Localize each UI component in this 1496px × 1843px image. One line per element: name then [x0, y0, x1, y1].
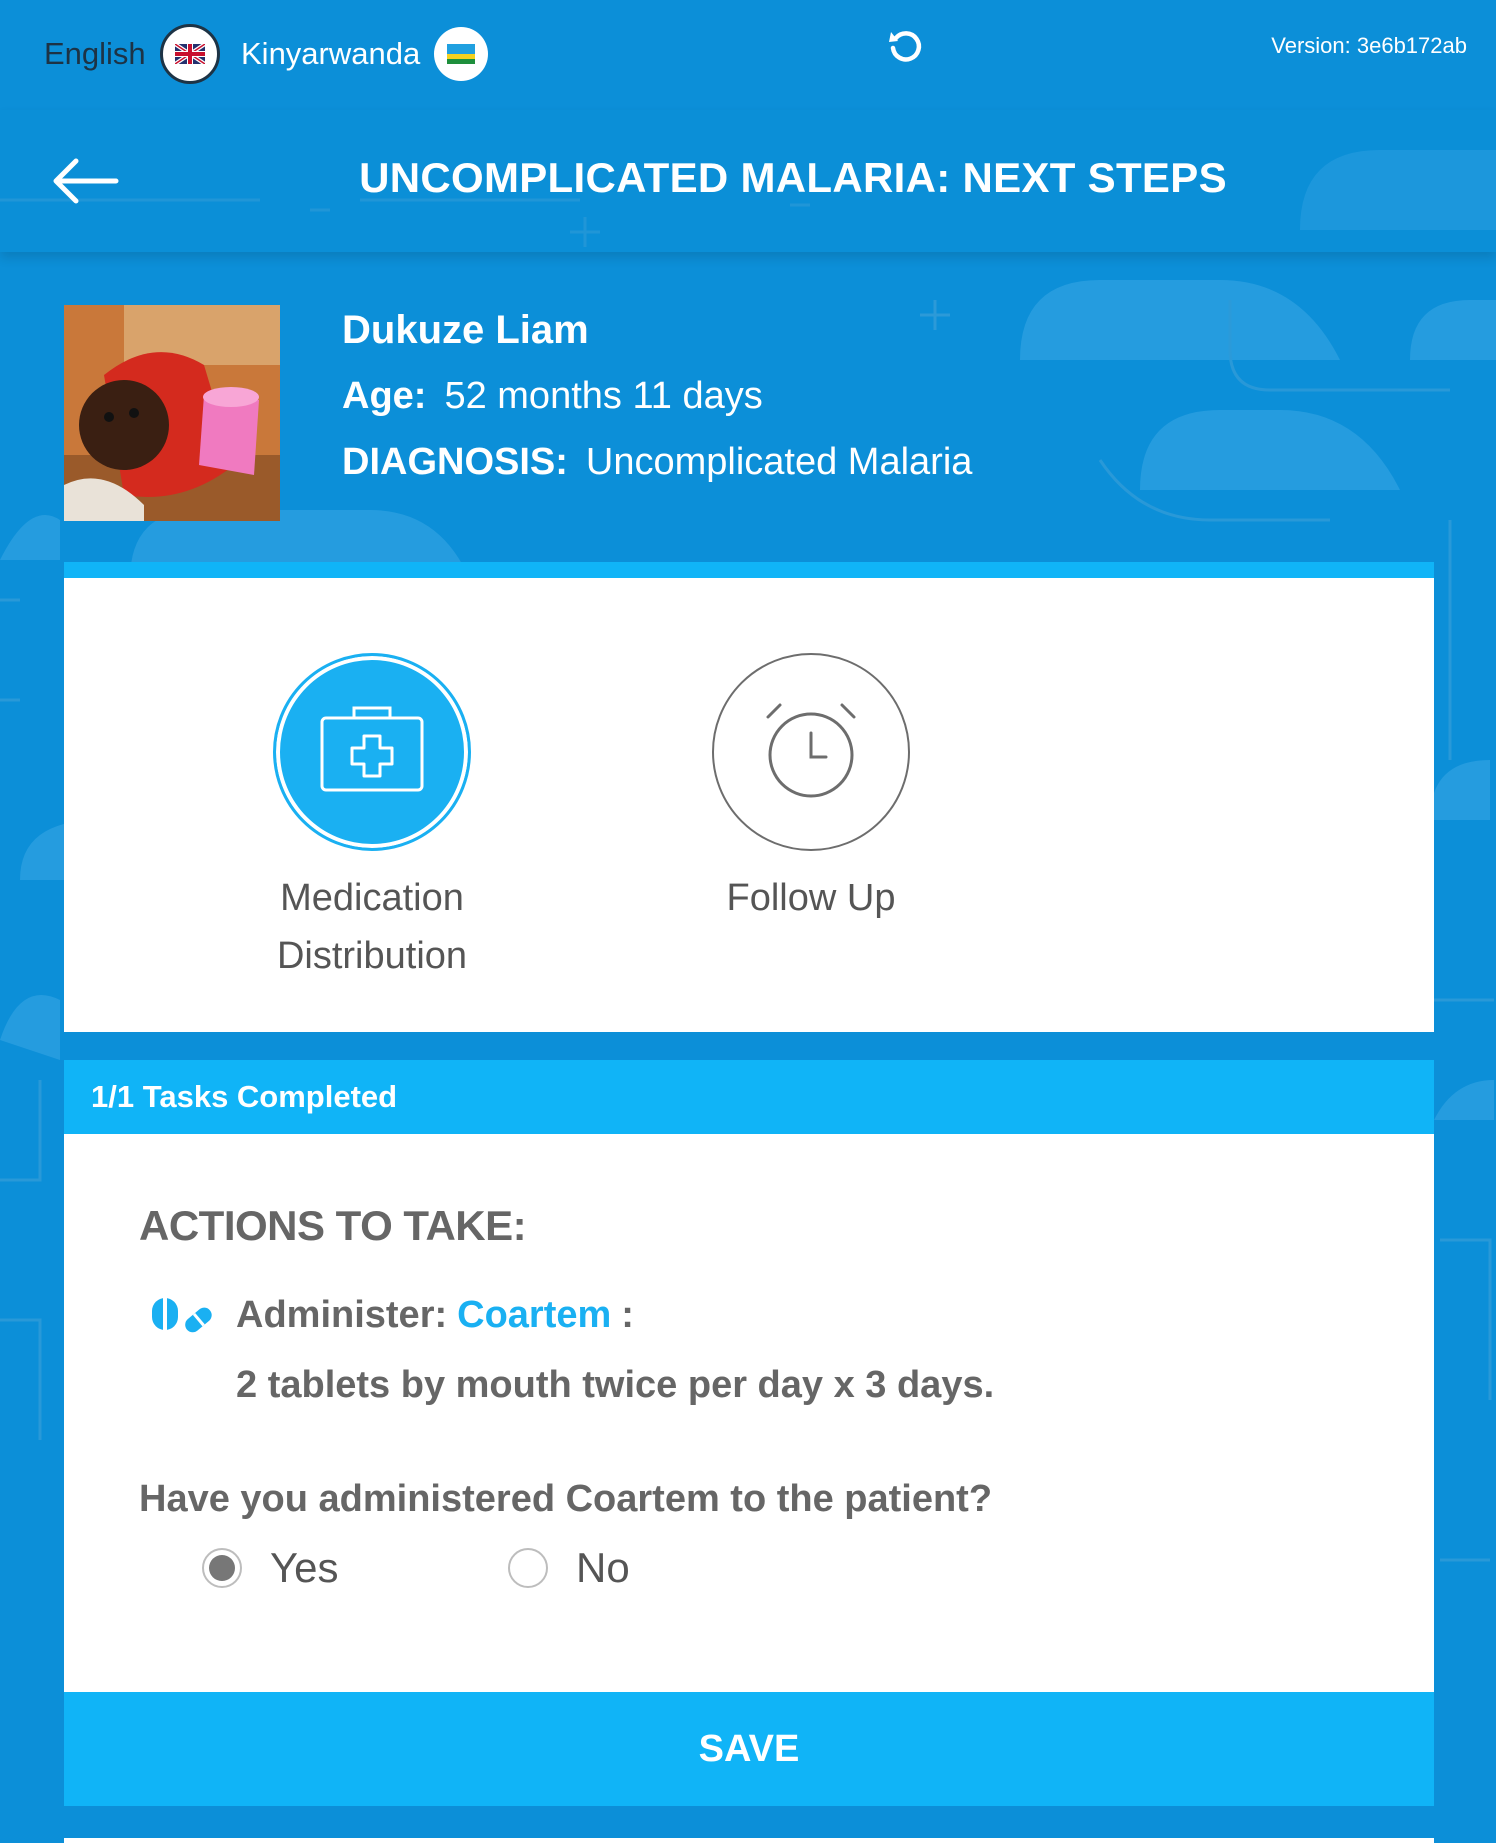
alarm-clock-icon [712, 653, 910, 851]
administer-row: Administer: Coartem : [150, 1294, 634, 1337]
patient-age: Age: 52 months 11 days [342, 371, 1142, 437]
medical-kit-icon [273, 653, 471, 851]
top-bar: English Kinyarwanda Version: 3e6b172ab [0, 0, 1496, 110]
patient-name: Dukuze Liam [342, 308, 589, 352]
language-english-label: English [44, 36, 146, 71]
tab-medication-label-2: Distribution [276, 935, 468, 977]
rwanda-flag-icon [434, 27, 489, 81]
radio-no-label: No [576, 1544, 630, 1591]
radio-no[interactable]: No [508, 1544, 630, 1592]
administered-question: Have you administered Coartem to the pat… [139, 1478, 993, 1520]
age-value: 52 months 11 days [444, 375, 763, 417]
drug-name[interactable]: Coartem [457, 1294, 611, 1337]
refresh-icon[interactable] [885, 26, 925, 66]
page-header: UNCOMPLICATED MALARIA: NEXT STEPS [0, 110, 1496, 252]
administer-label: Administer: [236, 1294, 448, 1336]
version-label: Version: 3e6b172ab [1271, 33, 1467, 58]
radio-no-circle[interactable] [508, 1548, 548, 1588]
language-kinyarwanda[interactable]: Kinyarwanda [241, 27, 489, 81]
drug-colon: : [621, 1294, 634, 1336]
language-kinyarwanda-label: Kinyarwanda [241, 36, 421, 71]
dose-instructions: 2 tablets by mouth twice per day x 3 day… [236, 1364, 995, 1406]
tab-follow-up-label: Follow Up [726, 877, 896, 919]
actions-title: ACTIONS TO TAKE: [139, 1202, 527, 1249]
language-english[interactable]: English [44, 24, 220, 84]
diagnosis-label: DIAGNOSIS: [342, 441, 568, 483]
save-button[interactable]: SAVE [64, 1692, 1434, 1806]
next-steps-tabs: Medication Distribution Follow Up [64, 562, 1434, 1032]
page-title: UNCOMPLICATED MALARIA: NEXT STEPS [359, 154, 1227, 201]
bottom-divider [64, 1838, 1434, 1843]
tab-medication-label-1: Medication [280, 877, 464, 919]
radio-yes-label: Yes [270, 1544, 339, 1591]
tab-medication-distribution[interactable]: Medication Distribution [247, 653, 497, 985]
radio-yes[interactable]: Yes [202, 1544, 339, 1592]
tab-follow-up[interactable]: Follow Up [686, 653, 936, 927]
tasks-status-bar: 1/1 Tasks Completed [64, 1060, 1434, 1134]
tasks-status: 1/1 Tasks Completed [91, 1079, 398, 1114]
patient-photo [64, 305, 280, 521]
actions-card: ACTIONS TO TAKE: Administer: Coartem : 2… [64, 1134, 1434, 1692]
patient-diagnosis: DIAGNOSIS: Uncomplicated Malaria [342, 437, 1142, 503]
diagnosis-value: Uncomplicated Malaria [585, 441, 973, 483]
pills-icon [152, 1297, 212, 1332]
age-label: Age: [342, 375, 427, 417]
uk-flag-icon [159, 24, 220, 84]
radio-yes-circle[interactable] [202, 1548, 242, 1588]
